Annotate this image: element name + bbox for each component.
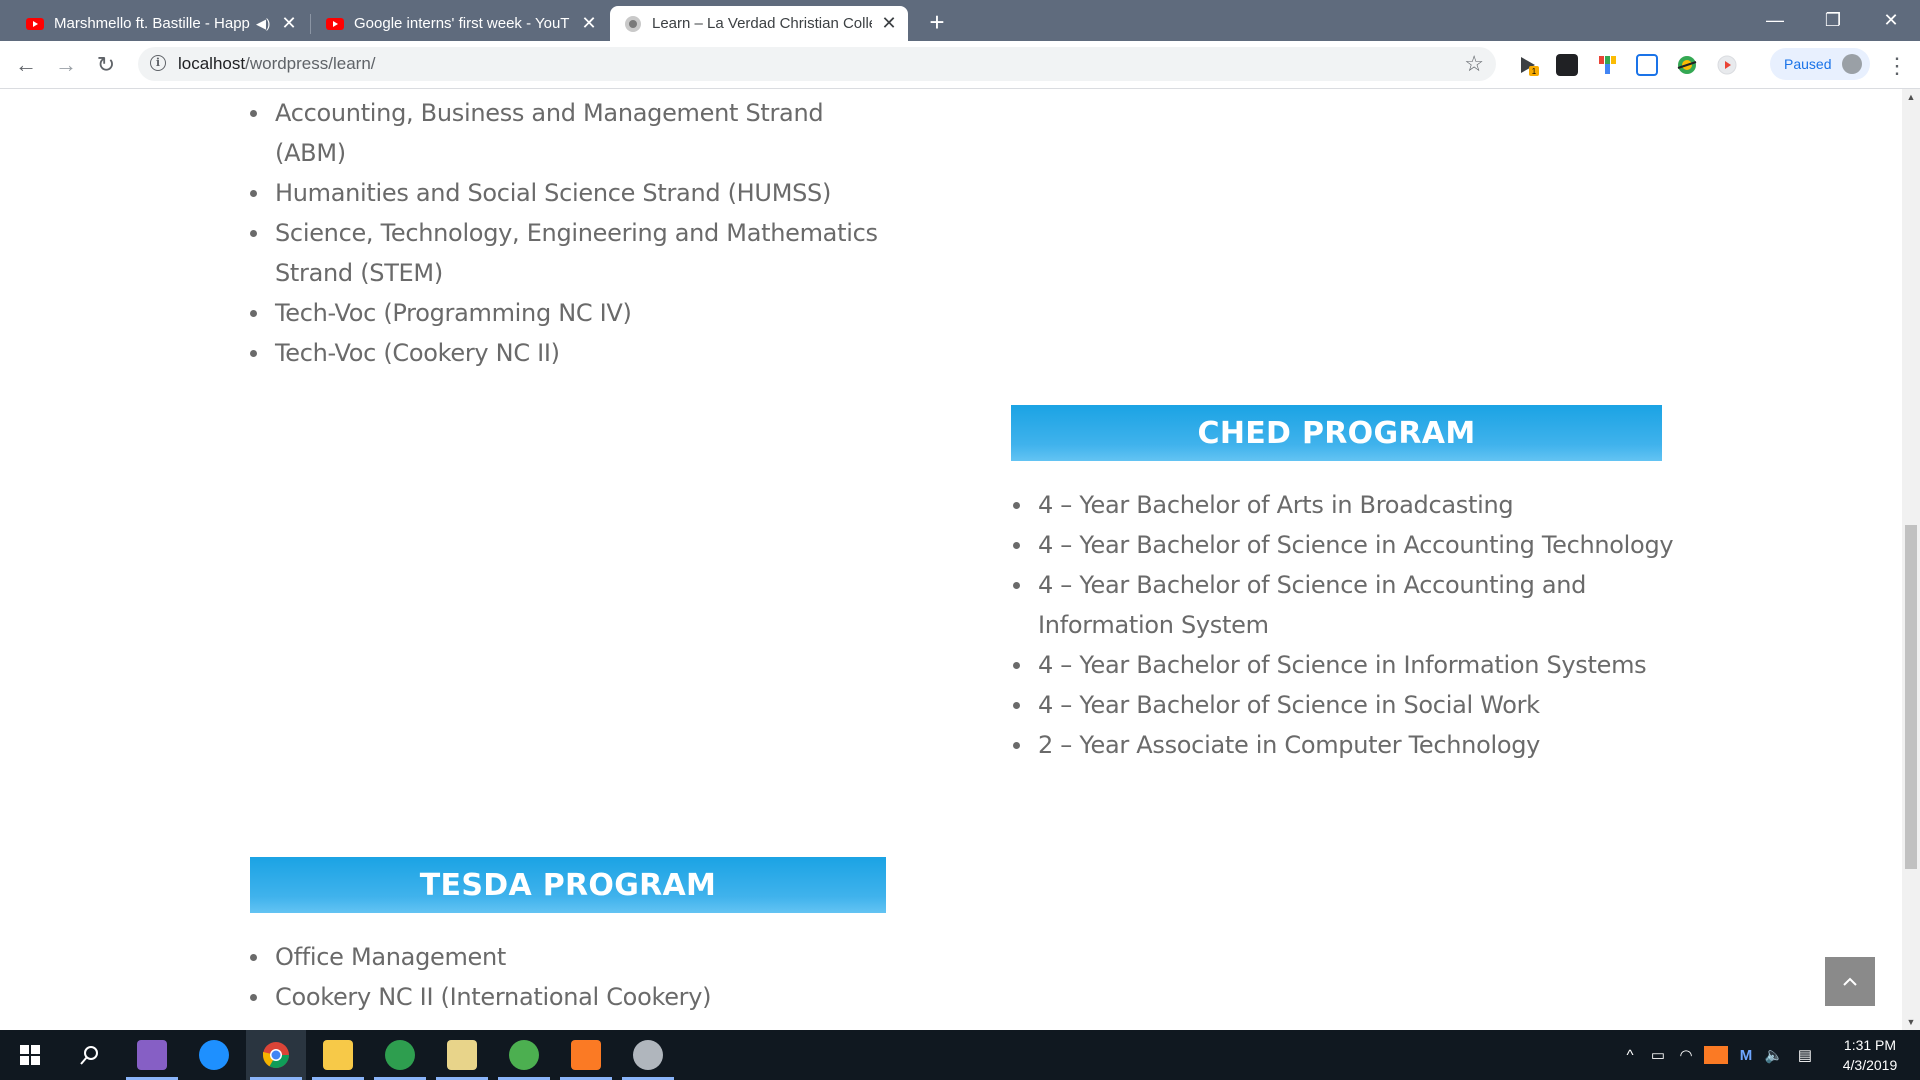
battery-icon[interactable]: ▭ — [1644, 1046, 1672, 1064]
list-item: 2 – Year Associate in Computer Technolog… — [1012, 725, 1692, 765]
windows-taskbar: ^ ▭ ◠ M 🔈 1:31 PM 4/3/2019 ▤ — [0, 1030, 1920, 1080]
list-item: Tech-Voc (Cookery NC II) — [249, 333, 889, 373]
tab-title: Learn – La Verdad Christian Colle — [652, 15, 872, 32]
avatar-icon — [1842, 54, 1862, 74]
visual-studio-icon[interactable] — [122, 1030, 182, 1080]
bookmark-star-icon[interactable]: ☆ — [1464, 51, 1484, 77]
windows-start-icon[interactable] — [0, 1030, 60, 1080]
site-icon — [625, 15, 641, 32]
extension-dots-icon[interactable] — [1556, 54, 1578, 76]
list-item: 4 – Year Bachelor of Science in Accounti… — [1012, 565, 1692, 645]
extension-arrow-icon[interactable]: 1 — [1518, 54, 1540, 76]
utorrent-icon[interactable] — [494, 1030, 554, 1080]
list-item: Cookery NC II (International Cookery) — [249, 977, 889, 1017]
tab-title: Google interns' first week - YouT — [354, 15, 570, 32]
app-globe-icon[interactable] — [370, 1030, 430, 1080]
youtube-icon — [26, 17, 44, 30]
reload-button[interactable]: ↻ — [90, 49, 122, 81]
app-m-icon[interactable] — [184, 1030, 244, 1080]
file-explorer-icon[interactable] — [308, 1030, 368, 1080]
tab-marshmello[interactable]: Marshmello ft. Bastille - Happ ◀) ✕ — [12, 6, 308, 41]
address-bar[interactable]: i localhost/wordpress/learn/ ☆ — [138, 47, 1496, 81]
speaker-icon[interactable]: ◀) — [256, 16, 272, 32]
extension-color-icon[interactable] — [1596, 54, 1618, 76]
xampp-icon[interactable] — [556, 1030, 616, 1080]
tab-strip: Marshmello ft. Bastille - Happ ◀) ✕ Goog… — [0, 0, 1920, 41]
profile-button[interactable]: Paused — [1770, 48, 1870, 80]
list-item: 4 – Year Bachelor of Science in Social W… — [1012, 685, 1692, 725]
url-text[interactable]: localhost/wordpress/learn/ — [178, 54, 376, 74]
chevron-up-tray-icon[interactable]: ^ — [1616, 1047, 1644, 1064]
shs-strand-list: Accounting, Business and Management Stra… — [249, 93, 889, 373]
info-icon[interactable]: i — [150, 55, 166, 71]
back-button[interactable]: ← — [10, 49, 42, 81]
tesda-heading-text: TESDA PROGRAM — [419, 867, 717, 903]
folder-icon[interactable] — [432, 1030, 492, 1080]
tesda-program-list: Office Management Cookery NC II (Interna… — [249, 937, 889, 1017]
tab-learn[interactable]: Learn – La Verdad Christian Colle ✕ — [610, 6, 908, 41]
scrollbar-thumb[interactable] — [1905, 525, 1917, 869]
ched-program-heading: CHED PROGRAM — [1011, 405, 1662, 461]
close-tab-icon[interactable]: ✕ — [280, 13, 298, 34]
menu-kebab-icon[interactable]: ⋮ — [1886, 53, 1908, 79]
page-scrollbar[interactable]: ▲ ▼ — [1902, 89, 1920, 1030]
restore-icon[interactable]: ❐ — [1804, 0, 1862, 41]
list-item: 4 – Year Bachelor of Science in Informat… — [1012, 645, 1692, 685]
profile-status: Paused — [1784, 56, 1832, 72]
list-item: Office Management — [249, 937, 889, 977]
extension-play-icon[interactable] — [1716, 54, 1738, 76]
new-tab-button[interactable]: + — [922, 7, 952, 38]
taskbar-clock[interactable]: 1:31 PM 4/3/2019 — [1832, 1035, 1908, 1075]
wifi-icon[interactable]: ◠ — [1672, 1046, 1700, 1064]
close-window-icon[interactable]: ✕ — [1862, 0, 1920, 41]
tab-title: Marshmello ft. Bastille - Happ — [54, 15, 250, 32]
close-tab-icon[interactable]: ✕ — [880, 13, 898, 34]
extension-globe-icon[interactable] — [1676, 54, 1698, 76]
list-item: Humanities and Social Science Strand (HU… — [249, 173, 889, 213]
tesda-program-heading: TESDA PROGRAM — [250, 857, 886, 913]
scroll-up-arrow-icon[interactable]: ▲ — [1902, 92, 1920, 102]
list-item: Science, Technology, Engineering and Mat… — [249, 213, 889, 293]
tab-separator — [310, 14, 311, 34]
extension-blue-icon[interactable] — [1636, 54, 1658, 76]
tab-google-interns[interactable]: Google interns' first week - YouT ✕ — [312, 6, 608, 41]
ched-heading-text: CHED PROGRAM — [1197, 415, 1476, 451]
minimize-icon[interactable]: — — [1746, 0, 1804, 41]
app-disc-icon[interactable] — [618, 1030, 678, 1080]
xampp-tray-icon[interactable] — [1704, 1046, 1728, 1064]
volume-icon[interactable]: 🔈 — [1760, 1046, 1788, 1064]
url-path: /wordpress/learn/ — [245, 54, 376, 73]
clock-time: 1:31 PM — [1843, 1037, 1897, 1053]
scroll-to-top-button[interactable] — [1825, 957, 1875, 1006]
clock-date: 4/3/2019 — [1842, 1057, 1898, 1073]
search-icon[interactable] — [60, 1030, 120, 1080]
url-host: localhost — [178, 54, 246, 73]
list-item: Tech-Voc (Programming NC IV) — [249, 293, 889, 333]
browser-toolbar: ← → ↻ i localhost/wordpress/learn/ ☆ 1 P… — [0, 41, 1920, 89]
m-tray-icon[interactable]: M — [1732, 1047, 1760, 1064]
action-center-icon[interactable]: ▤ — [1790, 1030, 1820, 1080]
youtube-icon — [326, 17, 344, 30]
chevron-up-icon — [1843, 977, 1857, 986]
scroll-down-arrow-icon[interactable]: ▼ — [1902, 1017, 1920, 1027]
chrome-icon[interactable] — [246, 1030, 306, 1080]
list-item: Accounting, Business and Management Stra… — [249, 93, 889, 173]
ched-program-list: 4 – Year Bachelor of Arts in Broadcastin… — [1012, 485, 1692, 765]
forward-button[interactable]: → — [50, 49, 82, 81]
list-item: 4 – Year Bachelor of Science in Accounti… — [1012, 525, 1692, 565]
page-content: Accounting, Business and Management Stra… — [0, 89, 1902, 1030]
list-item: 4 – Year Bachelor of Arts in Broadcastin… — [1012, 485, 1692, 525]
close-tab-icon[interactable]: ✕ — [580, 13, 598, 34]
system-tray: ^ ▭ ◠ M 🔈 — [1616, 1030, 1788, 1080]
extension-badge: 1 — [1532, 67, 1537, 76]
